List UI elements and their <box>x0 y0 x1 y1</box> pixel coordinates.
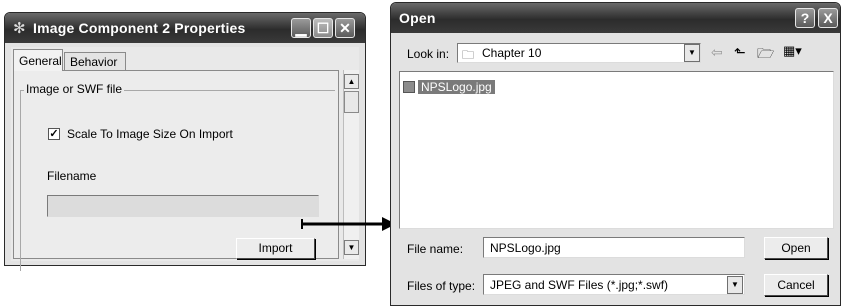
close-icon[interactable]: X <box>818 8 838 28</box>
file-list[interactable]: NPSLogo.jpg <box>399 71 834 229</box>
open-titlebar[interactable]: Open ? X <box>391 3 840 33</box>
new-folder-icon[interactable]: 🗁 <box>757 43 774 67</box>
minimize-icon[interactable]: ▁ <box>291 18 311 38</box>
folder-icon: 🗀 <box>462 48 475 62</box>
files-of-type-select[interactable]: JPEG and SWF Files (*.jpg;*.swf) ▼ <box>483 274 745 295</box>
scroll-thumb[interactable] <box>344 91 359 113</box>
help-icon[interactable]: ? <box>795 8 815 28</box>
filename-input[interactable] <box>47 195 319 217</box>
tab-panel: Image or SWF file ✓ Scale To Image Size … <box>13 70 339 271</box>
file-name: NPSLogo.jpg <box>418 80 495 94</box>
up-folder-icon[interactable]: ⬑ <box>734 44 746 61</box>
view-menu-icon[interactable]: ▦▾ <box>783 43 802 59</box>
properties-title: Image Component 2 Properties <box>33 20 246 36</box>
back-arrow-icon[interactable]: ⇦ <box>711 44 723 61</box>
file-name-input[interactable]: NPSLogo.jpg <box>483 237 745 258</box>
properties-titlebar[interactable]: ✻ Image Component 2 Properties ▁ ☐ ✕ <box>5 13 365 43</box>
scale-checkbox-label: Scale To Image Size On Import <box>67 127 233 141</box>
close-icon[interactable]: ✕ <box>335 18 355 38</box>
tab-behavior[interactable]: Behavior <box>64 52 126 71</box>
scale-checkbox[interactable]: ✓ <box>48 128 60 140</box>
filename-label: Filename <box>47 169 97 183</box>
import-button[interactable]: Import <box>236 238 315 259</box>
cancel-button[interactable]: Cancel <box>764 274 828 296</box>
tab-general-label: General <box>19 54 62 68</box>
tab-general[interactable]: General <box>13 49 63 71</box>
files-of-type-label: Files of type: <box>407 279 476 293</box>
scroll-down-icon[interactable]: ▼ <box>344 240 359 255</box>
arrow-connector <box>301 217 396 231</box>
file-name-label: File name: <box>407 242 464 256</box>
open-title: Open <box>399 10 436 26</box>
gear-icon: ✻ <box>13 20 26 37</box>
chevron-down-icon[interactable]: ▼ <box>727 276 743 294</box>
open-button[interactable]: Open <box>764 237 828 259</box>
open-dialog: Open ? X Look in: 🗀 Chapter 10 ▼ ⇦ ⬑ 🗁 ▦… <box>390 2 841 306</box>
image-file-icon <box>403 81 415 93</box>
tab-behavior-label: Behavior <box>70 55 118 69</box>
look-in-label: Look in: <box>407 47 450 61</box>
chevron-down-icon[interactable]: ▼ <box>684 44 700 62</box>
maximize-icon[interactable]: ☐ <box>313 18 333 38</box>
group-label: Image or SWF file <box>24 82 125 96</box>
scroll-up-icon[interactable]: ▲ <box>344 74 359 89</box>
look-in-select[interactable]: 🗀 Chapter 10 ▼ <box>457 43 701 63</box>
